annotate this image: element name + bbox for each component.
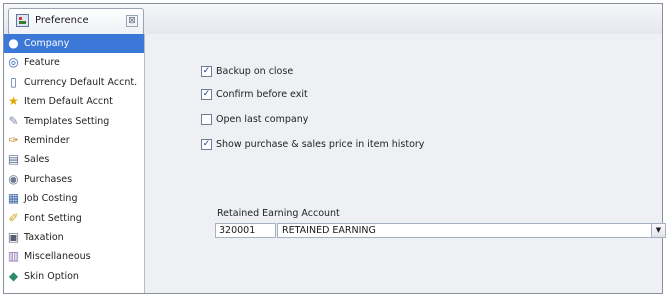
sales-icon: ▤ (7, 152, 20, 167)
feature-icon: ◎ (8, 55, 19, 70)
sidebar-item-label: Skin Option (24, 270, 79, 282)
sidebar-item-font-setting[interactable]: ✐ Font Setting (4, 209, 144, 228)
sidebar-item-label: Feature (24, 57, 60, 69)
sidebar-item-label: Currency Default Accnt. (24, 76, 138, 88)
sidebar-item-miscellaneous[interactable]: ▥ Miscellaneous (4, 247, 144, 266)
option-backup-on-close[interactable]: ✓ Backup on close (201, 64, 293, 78)
reminder-icon: ✑ (8, 132, 19, 147)
option-show-price-history[interactable]: ✓ Show purchase & sales price in item hi… (201, 137, 424, 151)
sidebar-item-reminder[interactable]: ✑ Reminder (4, 131, 144, 150)
sidebar-item-sales[interactable]: ▤ Sales (4, 150, 144, 169)
preference-icon (16, 14, 29, 27)
company-icon: ● (8, 36, 19, 50)
skin-option-icon: ◆ (8, 268, 19, 283)
tab-strip: Preference ⊠ (4, 4, 662, 35)
preference-sidebar: ● Company ◎ Feature ▯ Currency Default A… (4, 34, 145, 293)
sidebar-item-taxation[interactable]: ▣ Taxation (4, 228, 144, 247)
sidebar-item-label: Miscellaneous (24, 251, 91, 263)
sidebar-item-templates-setting[interactable]: ✎ Templates Setting (4, 112, 144, 131)
account-select[interactable]: RETAINED EARNING ▼ (277, 223, 666, 238)
account-select-value: RETAINED EARNING (282, 225, 376, 236)
purchases-icon: ◉ (8, 171, 19, 186)
sidebar-item-label: Templates Setting (24, 115, 110, 127)
chevron-down-icon[interactable]: ▼ (651, 224, 665, 237)
retained-earning-label: Retained Earning Account (217, 208, 340, 219)
tab-title: Preference (35, 15, 89, 26)
sidebar-item-label: Item Default Accnt (24, 96, 113, 108)
sidebar-item-label: Taxation (24, 231, 64, 243)
miscellaneous-icon: ▥ (7, 249, 20, 264)
sidebar-item-feature[interactable]: ◎ Feature (4, 53, 144, 72)
option-label: Open last company (216, 113, 309, 125)
sidebar-item-purchases[interactable]: ◉ Purchases (4, 170, 144, 189)
checkbox[interactable]: ✓ (201, 88, 212, 100)
sidebar-item-label: Company (24, 38, 70, 49)
sidebar-item-job-costing[interactable]: ▦ Job Costing (4, 189, 144, 208)
company-settings-panel: ✓ Backup on close ✓ Confirm before exit … (145, 34, 666, 293)
sidebar-item-currency-default-accnt[interactable]: ▯ Currency Default Accnt. (4, 73, 144, 92)
sidebar-item-skin-option[interactable]: ◆ Skin Option (4, 267, 144, 286)
option-open-last-company[interactable]: Open last company (201, 112, 308, 126)
taxation-icon: ▣ (7, 229, 20, 244)
sidebar-item-label: Purchases (24, 173, 73, 185)
currency-icon: ▯ (10, 74, 17, 89)
option-label: Backup on close (216, 65, 294, 77)
preference-window: Preference ⊠ ● Company ◎ Feature ▯ Curre… (3, 3, 666, 294)
sidebar-item-label: Sales (24, 154, 50, 166)
templates-icon: ✎ (8, 113, 19, 128)
checkbox[interactable]: ✓ (201, 138, 212, 150)
checkbox[interactable] (201, 113, 212, 125)
option-label: Confirm before exit (216, 88, 308, 100)
close-icon[interactable]: ⊠ (126, 15, 138, 27)
option-confirm-before-exit[interactable]: ✓ Confirm before exit (201, 87, 308, 101)
account-code-field[interactable]: 320001 (215, 223, 276, 238)
star-icon: ★ (8, 94, 19, 109)
sidebar-item-label: Font Setting (24, 212, 82, 224)
tab-preference[interactable]: Preference ⊠ (8, 8, 144, 34)
font-setting-icon: ✐ (8, 210, 19, 225)
sidebar-item-label: Reminder (24, 134, 70, 146)
option-label: Show purchase & sales price in item hist… (216, 138, 425, 150)
checkbox[interactable]: ✓ (201, 65, 212, 77)
sidebar-item-item-default-accnt[interactable]: ★ Item Default Accnt (4, 92, 144, 111)
sidebar-item-company[interactable]: ● Company (4, 34, 144, 54)
sidebar-item-label: Job Costing (24, 193, 78, 205)
job-costing-icon: ▦ (7, 191, 20, 206)
